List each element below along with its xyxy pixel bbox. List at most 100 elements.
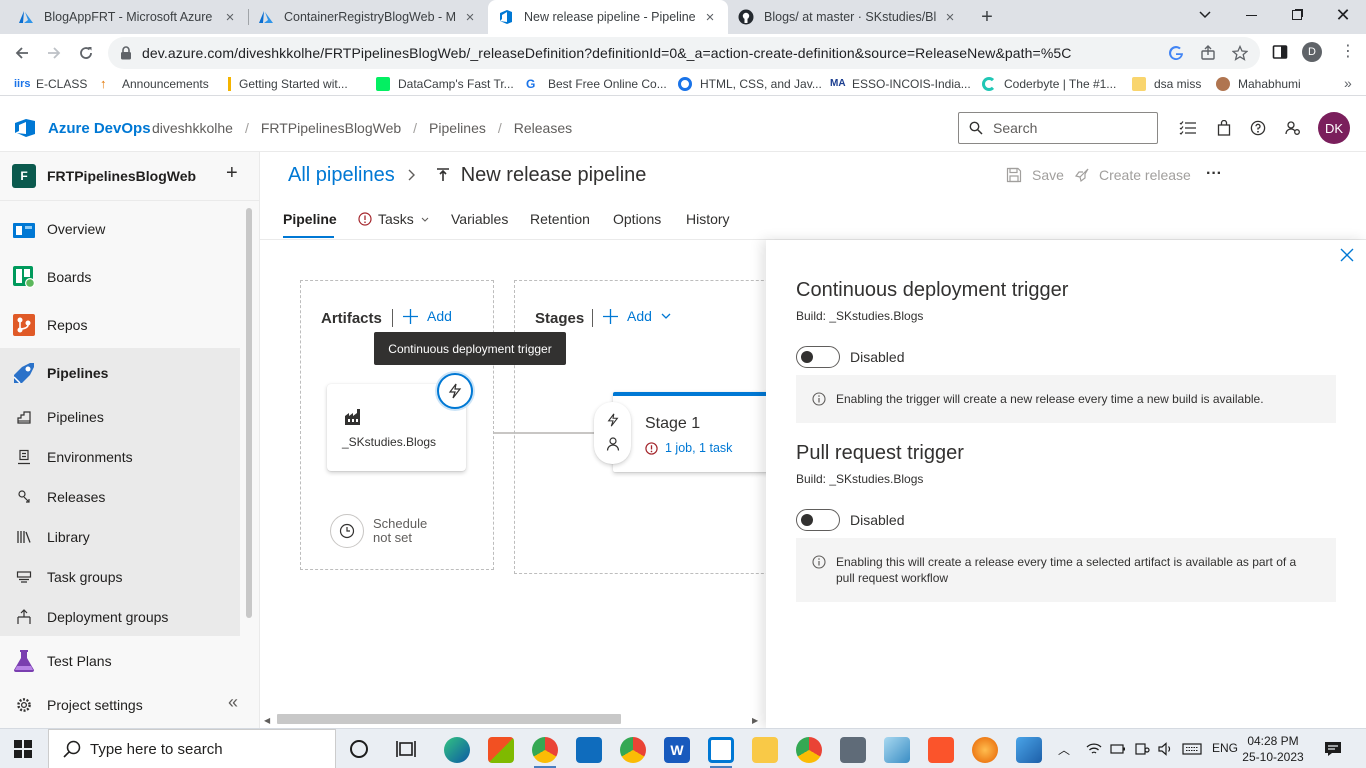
store-icon[interactable] — [488, 737, 514, 763]
help-icon[interactable] — [1248, 118, 1268, 138]
project-header[interactable]: F FRTPipelinesBlogWeb — [12, 164, 196, 188]
new-tab-button[interactable]: + — [976, 6, 998, 28]
reload-button[interactable] — [76, 43, 96, 63]
profile-avatar[interactable]: D — [1302, 42, 1322, 62]
add-stage-button[interactable]: Add — [603, 308, 671, 324]
sidebar-item-repos[interactable]: Repos — [0, 305, 240, 345]
collapse-sidebar-icon[interactable]: « — [228, 692, 238, 712]
back-button[interactable] — [12, 43, 32, 63]
bookmark[interactable]: Mahabhumi — [1216, 75, 1301, 93]
keyboard-icon[interactable] — [1182, 742, 1202, 756]
scroll-left-icon[interactable]: ◀ — [264, 716, 270, 725]
volume-icon[interactable] — [1158, 742, 1174, 756]
create-release-button[interactable]: Create release — [1074, 167, 1191, 183]
sidebar-subitem-releases[interactable]: Releases — [0, 477, 240, 517]
calculator-icon[interactable] — [840, 737, 866, 763]
cortana-icon[interactable] — [350, 740, 368, 758]
all-pipelines-link[interactable]: All pipelines — [288, 164, 395, 187]
address-bar[interactable]: dev.azure.com/diveshkkolhe/FRTPipelinesB… — [108, 37, 1260, 69]
pre-deployment-conditions[interactable] — [594, 402, 631, 464]
bookmark[interactable]: MA ESSO-INCOIS-India... — [830, 75, 971, 93]
azure-devops-logo-icon[interactable] — [14, 118, 36, 138]
brave-icon[interactable] — [928, 737, 954, 763]
bookmark[interactable]: HTML, CSS, and Jav... — [678, 75, 822, 93]
work-items-icon[interactable] — [1178, 118, 1198, 138]
sidebar-subitem-library[interactable]: Library — [0, 517, 240, 557]
breadcrumb-pipelines[interactable]: Pipelines — [429, 120, 486, 136]
close-icon[interactable]: × — [702, 9, 718, 26]
chrome-profile-icon[interactable] — [620, 737, 646, 763]
sidebar-item-test-plans[interactable]: Test Plans — [0, 641, 240, 681]
bookmark[interactable]: ↑ Announcements — [100, 75, 209, 93]
windows-start-icon[interactable] — [14, 740, 32, 758]
restore-button[interactable] — [1274, 0, 1320, 30]
pr-trigger-toggle[interactable] — [796, 509, 840, 531]
bookmark-star-icon[interactable] — [1232, 45, 1248, 61]
brand-name[interactable]: Azure DevOps — [48, 120, 151, 137]
side-panel-icon[interactable] — [1272, 44, 1288, 60]
bookmark[interactable]: Getting Started wit... — [228, 75, 348, 93]
stage-tasks-link[interactable]: 1 job, 1 task — [645, 441, 732, 455]
file-explorer-icon[interactable] — [752, 737, 778, 763]
cd-trigger-button[interactable] — [437, 373, 473, 409]
add-artifact-button[interactable]: Add — [403, 308, 452, 324]
schedule-trigger-button[interactable] — [330, 514, 364, 548]
avatar[interactable]: DK — [1318, 112, 1350, 144]
save-button[interactable]: Save — [1006, 167, 1064, 183]
photos-icon[interactable] — [1016, 737, 1042, 763]
notifications-icon[interactable] — [1324, 740, 1342, 758]
sidebar-subitem-pipelines[interactable]: Pipelines — [0, 397, 240, 437]
marketplace-icon[interactable] — [1214, 118, 1234, 138]
breadcrumb-project[interactable]: FRTPipelinesBlogWeb — [261, 120, 401, 136]
mail-icon[interactable] — [576, 737, 602, 763]
word-icon[interactable]: W — [664, 737, 690, 763]
browser-tab-active[interactable]: New release pipeline - Pipelines × — [488, 0, 728, 34]
user-settings-icon[interactable] — [1283, 118, 1303, 138]
close-panel-button[interactable] — [1340, 248, 1354, 262]
clock[interactable]: 04:28 PM 25-10-2023 — [1240, 733, 1306, 765]
sidebar-subitem-deployment-groups[interactable]: Deployment groups — [0, 597, 240, 637]
app-icon[interactable] — [884, 737, 910, 763]
tab-history[interactable]: History — [686, 211, 730, 227]
sidebar-scrollbar[interactable] — [246, 208, 252, 618]
close-icon[interactable]: × — [942, 9, 958, 26]
firefox-icon[interactable] — [972, 737, 998, 763]
tab-search-button[interactable] — [1182, 0, 1228, 30]
bookmark[interactable]: Coderbyte | The #1... — [982, 75, 1116, 93]
tab-retention[interactable]: Retention — [530, 211, 590, 227]
bookmark[interactable]: DataCamp's Fast Tr... — [376, 75, 514, 93]
google-icon[interactable] — [1168, 45, 1184, 61]
forward-button[interactable] — [44, 43, 64, 63]
close-window-button[interactable]: ✕ — [1320, 0, 1366, 30]
sidebar-item-project-settings[interactable]: Project settings — [0, 685, 240, 725]
chrome-alt-icon[interactable] — [796, 737, 822, 763]
menu-kebab-icon[interactable]: ⋮ — [1340, 42, 1356, 62]
taskbar-search[interactable]: Type here to search — [48, 729, 336, 768]
task-view-icon[interactable] — [396, 740, 416, 758]
breadcrumb-releases[interactable]: Releases — [514, 120, 572, 136]
tab-options[interactable]: Options — [613, 211, 661, 227]
close-icon[interactable]: × — [222, 9, 238, 26]
browser-tab[interactable]: Blogs/ at master · SKstudies/Blog × — [728, 0, 968, 34]
wifi-icon[interactable] — [1086, 742, 1102, 756]
sidebar-subitem-environments[interactable]: Environments — [0, 437, 240, 477]
bookmark[interactable]: dsa miss — [1132, 75, 1201, 93]
sidebar-subitem-task-groups[interactable]: Task groups — [0, 557, 240, 597]
share-icon[interactable] — [1200, 45, 1216, 61]
language-indicator[interactable]: ENG — [1212, 741, 1238, 755]
scroll-thumb[interactable] — [277, 714, 621, 724]
bookmark[interactable]: G Best Free Online Co... — [526, 75, 667, 93]
stage-card[interactable]: Stage 1 1 job, 1 task — [613, 392, 783, 472]
tray-chevron-icon[interactable]: ︿ — [1058, 741, 1070, 758]
sidebar-item-overview[interactable]: Overview — [0, 209, 240, 249]
browser-tab[interactable]: ContainerRegistryBlogWeb - Mic × — [248, 0, 488, 34]
chrome-icon[interactable] — [532, 737, 558, 763]
edge-icon[interactable] — [444, 737, 470, 763]
bookmark[interactable]: iirs E-CLASS — [14, 75, 87, 93]
add-button[interactable]: + — [226, 162, 238, 185]
tab-tasks[interactable]: Tasks — [358, 211, 429, 227]
device-icon[interactable] — [1134, 742, 1150, 756]
tab-variables[interactable]: Variables — [451, 211, 508, 227]
minimize-button[interactable] — [1228, 0, 1274, 30]
cd-trigger-toggle[interactable] — [796, 346, 840, 368]
